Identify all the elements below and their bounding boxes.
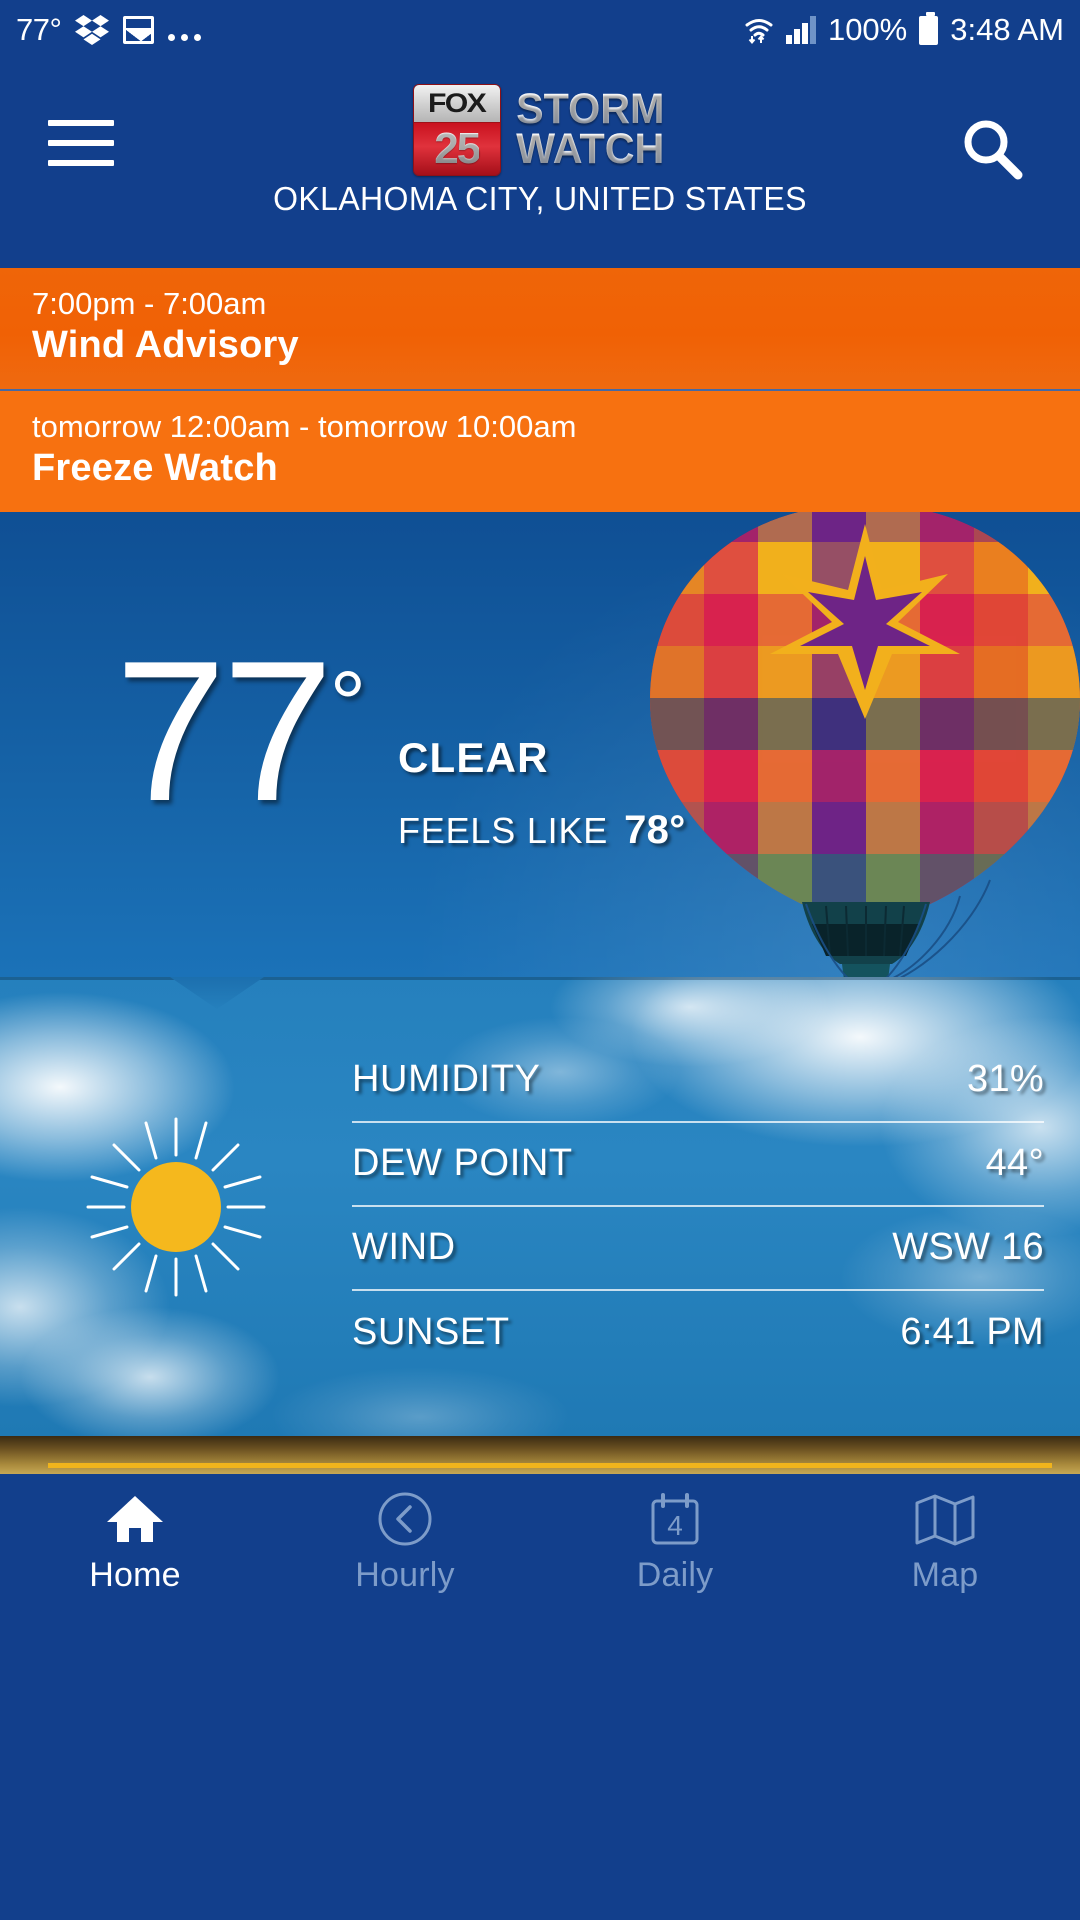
fox25-logo-mark: FOX 25: [412, 84, 501, 176]
battery-percent: 100%: [827, 12, 908, 47]
app-header: FOX 25 STORM WATCH OKLAHOMA CITY, UNITED…: [0, 60, 1080, 268]
logo-wordmark: STORM WATCH: [513, 88, 668, 173]
feels-like-block: FEELS LIKE 78°: [398, 808, 686, 853]
logo-line-2: WATCH: [515, 125, 665, 173]
detail-row: HUMIDITY 31%: [352, 1039, 1044, 1123]
alert-banner[interactable]: tomorrow 12:00am - tomorrow 10:00am Free…: [0, 391, 1080, 512]
clock-icon: [376, 1488, 434, 1550]
storm-watch-logo: FOX 25 STORM WATCH: [0, 82, 1080, 178]
current-condition-block: CLEAR FEELS LIKE 78°: [398, 734, 686, 853]
degree-symbol: °: [329, 653, 367, 755]
logo-channel: FOX: [428, 88, 487, 118]
hot-air-balloon-photo: [630, 512, 1080, 977]
detail-row: WIND WSW 16: [352, 1207, 1044, 1291]
calendar-icon: 4: [646, 1488, 704, 1550]
location-label[interactable]: OKLAHOMA CITY, UNITED STATES: [16, 180, 1064, 218]
wifi-icon: [744, 15, 774, 45]
current-conditions-hero: 77 ° CLEAR FEELS LIKE 78°: [0, 512, 1080, 977]
nav-item-hourly[interactable]: Hourly: [270, 1488, 540, 1595]
conditions-table: HUMIDITY 31% DEW POINT 44° WIND WSW 16 S…: [352, 977, 1080, 1436]
alerts-list: 7:00pm - 7:00am Wind Advisory tomorrow 1…: [0, 268, 1080, 512]
map-icon: [913, 1488, 977, 1550]
sun-icon: [0, 977, 352, 1436]
status-bar-left: 77°: [16, 12, 202, 48]
detail-label: DEW POINT: [352, 1142, 573, 1184]
detail-value: 6:41 PM: [900, 1311, 1044, 1353]
current-temperature: 77: [115, 620, 333, 843]
status-temperature: 77°: [16, 12, 62, 47]
nav-label: Home: [89, 1556, 181, 1594]
feels-like-label: FEELS LIKE: [398, 810, 609, 851]
dropbox-icon: [75, 15, 110, 45]
nav-label: Daily: [636, 1556, 714, 1594]
alert-timerange: 7:00pm - 7:00am: [32, 286, 267, 321]
detail-label: HUMIDITY: [352, 1058, 541, 1100]
detail-value: 31%: [967, 1058, 1044, 1100]
battery-full-icon: [919, 11, 939, 45]
status-clock: 3:48 AM: [950, 12, 1064, 47]
bottom-navigation: Home Hourly 4 Daily Map: [0, 1474, 1080, 1610]
details-panel: HUMIDITY 31% DEW POINT 44° WIND WSW 16 S…: [0, 977, 1080, 1436]
alert-banner[interactable]: 7:00pm - 7:00am Wind Advisory: [0, 268, 1080, 389]
detail-row: DEW POINT 44°: [352, 1123, 1044, 1207]
gallery-icon: [123, 16, 155, 44]
more-notifications-icon: [168, 15, 202, 45]
logo-number: 25: [434, 124, 481, 173]
cellular-signal-icon: [785, 16, 816, 44]
calendar-badge-count: 4: [667, 1510, 683, 1541]
current-temperature-block: 77 °: [115, 620, 367, 843]
alert-timerange: tomorrow 12:00am - tomorrow 10:00am: [32, 409, 577, 444]
home-icon: [105, 1488, 165, 1550]
alert-title: Freeze Watch: [32, 447, 278, 489]
nav-label: Hourly: [355, 1556, 455, 1594]
nav-label: Map: [911, 1556, 979, 1594]
detail-value: WSW 16: [892, 1226, 1044, 1268]
photo-bottom-strip: [0, 1436, 1080, 1474]
detail-row: SUNSET 6:41 PM: [352, 1291, 1044, 1375]
nav-item-daily[interactable]: 4 Daily: [540, 1488, 810, 1595]
scroll-progress-indicator[interactable]: [48, 1463, 1052, 1468]
feels-like-value: 78°: [624, 808, 686, 852]
status-bar-right: 100% 3:48 AM: [744, 11, 1064, 48]
nav-item-map[interactable]: Map: [810, 1488, 1080, 1595]
detail-label: SUNSET: [352, 1311, 510, 1353]
nav-item-home[interactable]: Home: [0, 1488, 270, 1595]
detail-label: WIND: [352, 1226, 456, 1268]
detail-value: 44°: [985, 1142, 1044, 1184]
condition-text: CLEAR: [398, 734, 549, 781]
status-bar: 77° 100% 3:48 AM: [0, 0, 1080, 60]
alert-title: Wind Advisory: [32, 324, 299, 366]
